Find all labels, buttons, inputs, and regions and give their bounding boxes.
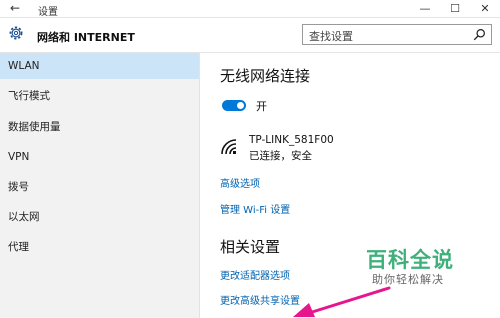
gear-icon: [9, 26, 23, 40]
sidebar-item-vpn[interactable]: VPN: [0, 144, 199, 170]
sidebar-item-dialup[interactable]: 拨号: [0, 174, 199, 200]
wifi-toggle-label: 开: [256, 100, 267, 113]
sidebar-item-ethernet[interactable]: 以太网: [0, 204, 199, 230]
network-status: 已连接，安全: [249, 150, 312, 162]
advanced-options-link[interactable]: 高级选项: [220, 175, 260, 190]
maximize-button[interactable]: ☐: [440, 0, 470, 18]
back-arrow-icon[interactable]: ←: [10, 1, 20, 15]
related-settings-title: 相关设置: [220, 238, 281, 256]
sidebar-item-proxy[interactable]: 代理: [0, 234, 199, 260]
manage-wifi-settings-link[interactable]: 管理 Wi-Fi 设置: [220, 201, 290, 216]
watermark-logo: 百科全说: [366, 248, 454, 272]
window-title: 设置: [38, 7, 58, 18]
search-input[interactable]: 查找设置: [309, 28, 353, 44]
main-content: 无线网络连接 开 TP-LINK_581F00 已连接，安全 高级选项 管理 W…: [200, 53, 500, 318]
annotation-arrow-icon: [293, 286, 391, 317]
search-box[interactable]: 查找设置: [302, 24, 492, 45]
change-adapter-options-link[interactable]: 更改适配器选项: [220, 267, 290, 282]
sidebar-item-airplane-mode[interactable]: 飞行模式: [0, 83, 199, 109]
sidebar-item-data-usage[interactable]: 数据使用量: [0, 114, 199, 140]
wifi-toggle[interactable]: [222, 100, 246, 111]
search-icon[interactable]: [473, 28, 486, 41]
close-button[interactable]: ✕: [470, 0, 500, 18]
title-bar: ← 设置 — ☐ ✕: [0, 0, 500, 18]
network-name[interactable]: TP-LINK_581F00: [249, 134, 334, 146]
sidebar-item-wlan[interactable]: WLAN: [0, 53, 199, 79]
page-header: 网络和 INTERNET 查找设置: [0, 18, 500, 53]
wireless-section-title: 无线网络连接: [220, 67, 311, 85]
sidebar: WLAN 飞行模式 数据使用量 VPN 拨号 以太网 代理: [0, 53, 200, 318]
minimize-button[interactable]: —: [410, 0, 440, 18]
page-title: 网络和 INTERNET: [37, 31, 135, 44]
wifi-icon: [221, 139, 237, 155]
